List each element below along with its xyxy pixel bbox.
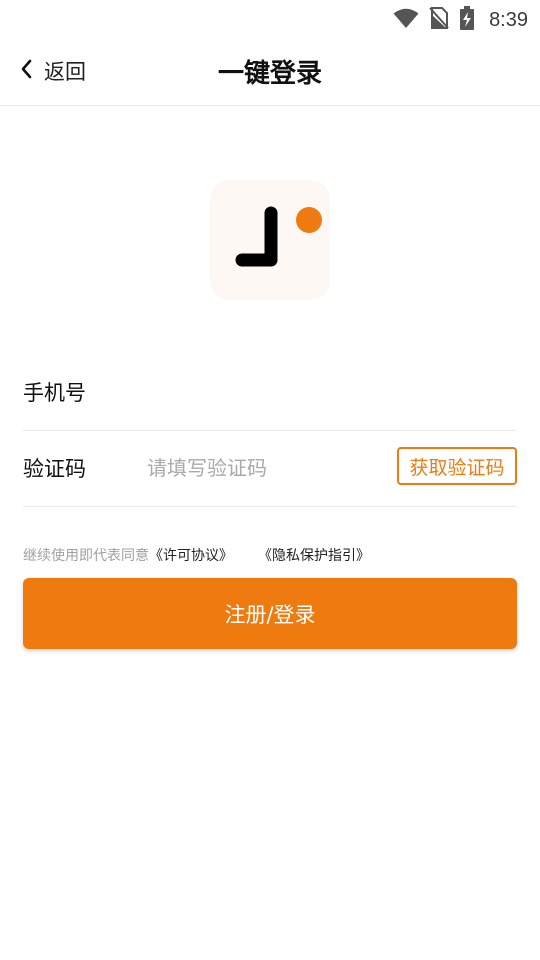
agreement-prefix: 继续使用即代表同意 <box>23 548 149 564</box>
code-row: 验证码 获取验证码 <box>23 430 517 507</box>
phone-input[interactable] <box>147 376 507 406</box>
register-login-button[interactable]: 注册/登录 <box>23 578 517 649</box>
no-sim-icon <box>429 7 449 33</box>
app-logo-j-icon <box>210 206 330 304</box>
battery-charging-icon <box>459 6 475 34</box>
status-icons: 8:39 <box>393 6 528 34</box>
wifi-icon <box>393 7 419 33</box>
status-bar: 8:39 <box>0 0 540 36</box>
privacy-policy-link[interactable]: 《隐私保护指引》 <box>265 548 370 564</box>
code-input[interactable] <box>147 453 377 483</box>
get-code-button[interactable]: 获取验证码 <box>397 447 517 485</box>
app-logo <box>210 180 330 300</box>
agreement-text: 继续使用即代表同意《许可协议》 《隐私保护指引》 <box>23 545 370 565</box>
phone-label: 手机号 <box>23 381 86 405</box>
nav-bar: 返回 一键登录 <box>0 36 540 106</box>
page-title: 一键登录 <box>217 59 322 89</box>
license-agreement-link[interactable]: 《许可协议》 <box>149 548 233 564</box>
status-time: 8:39 <box>489 8 528 31</box>
code-label: 验证码 <box>23 457 86 481</box>
phone-row: 手机号 <box>23 354 517 431</box>
register-login-label: 注册/登录 <box>224 602 316 627</box>
